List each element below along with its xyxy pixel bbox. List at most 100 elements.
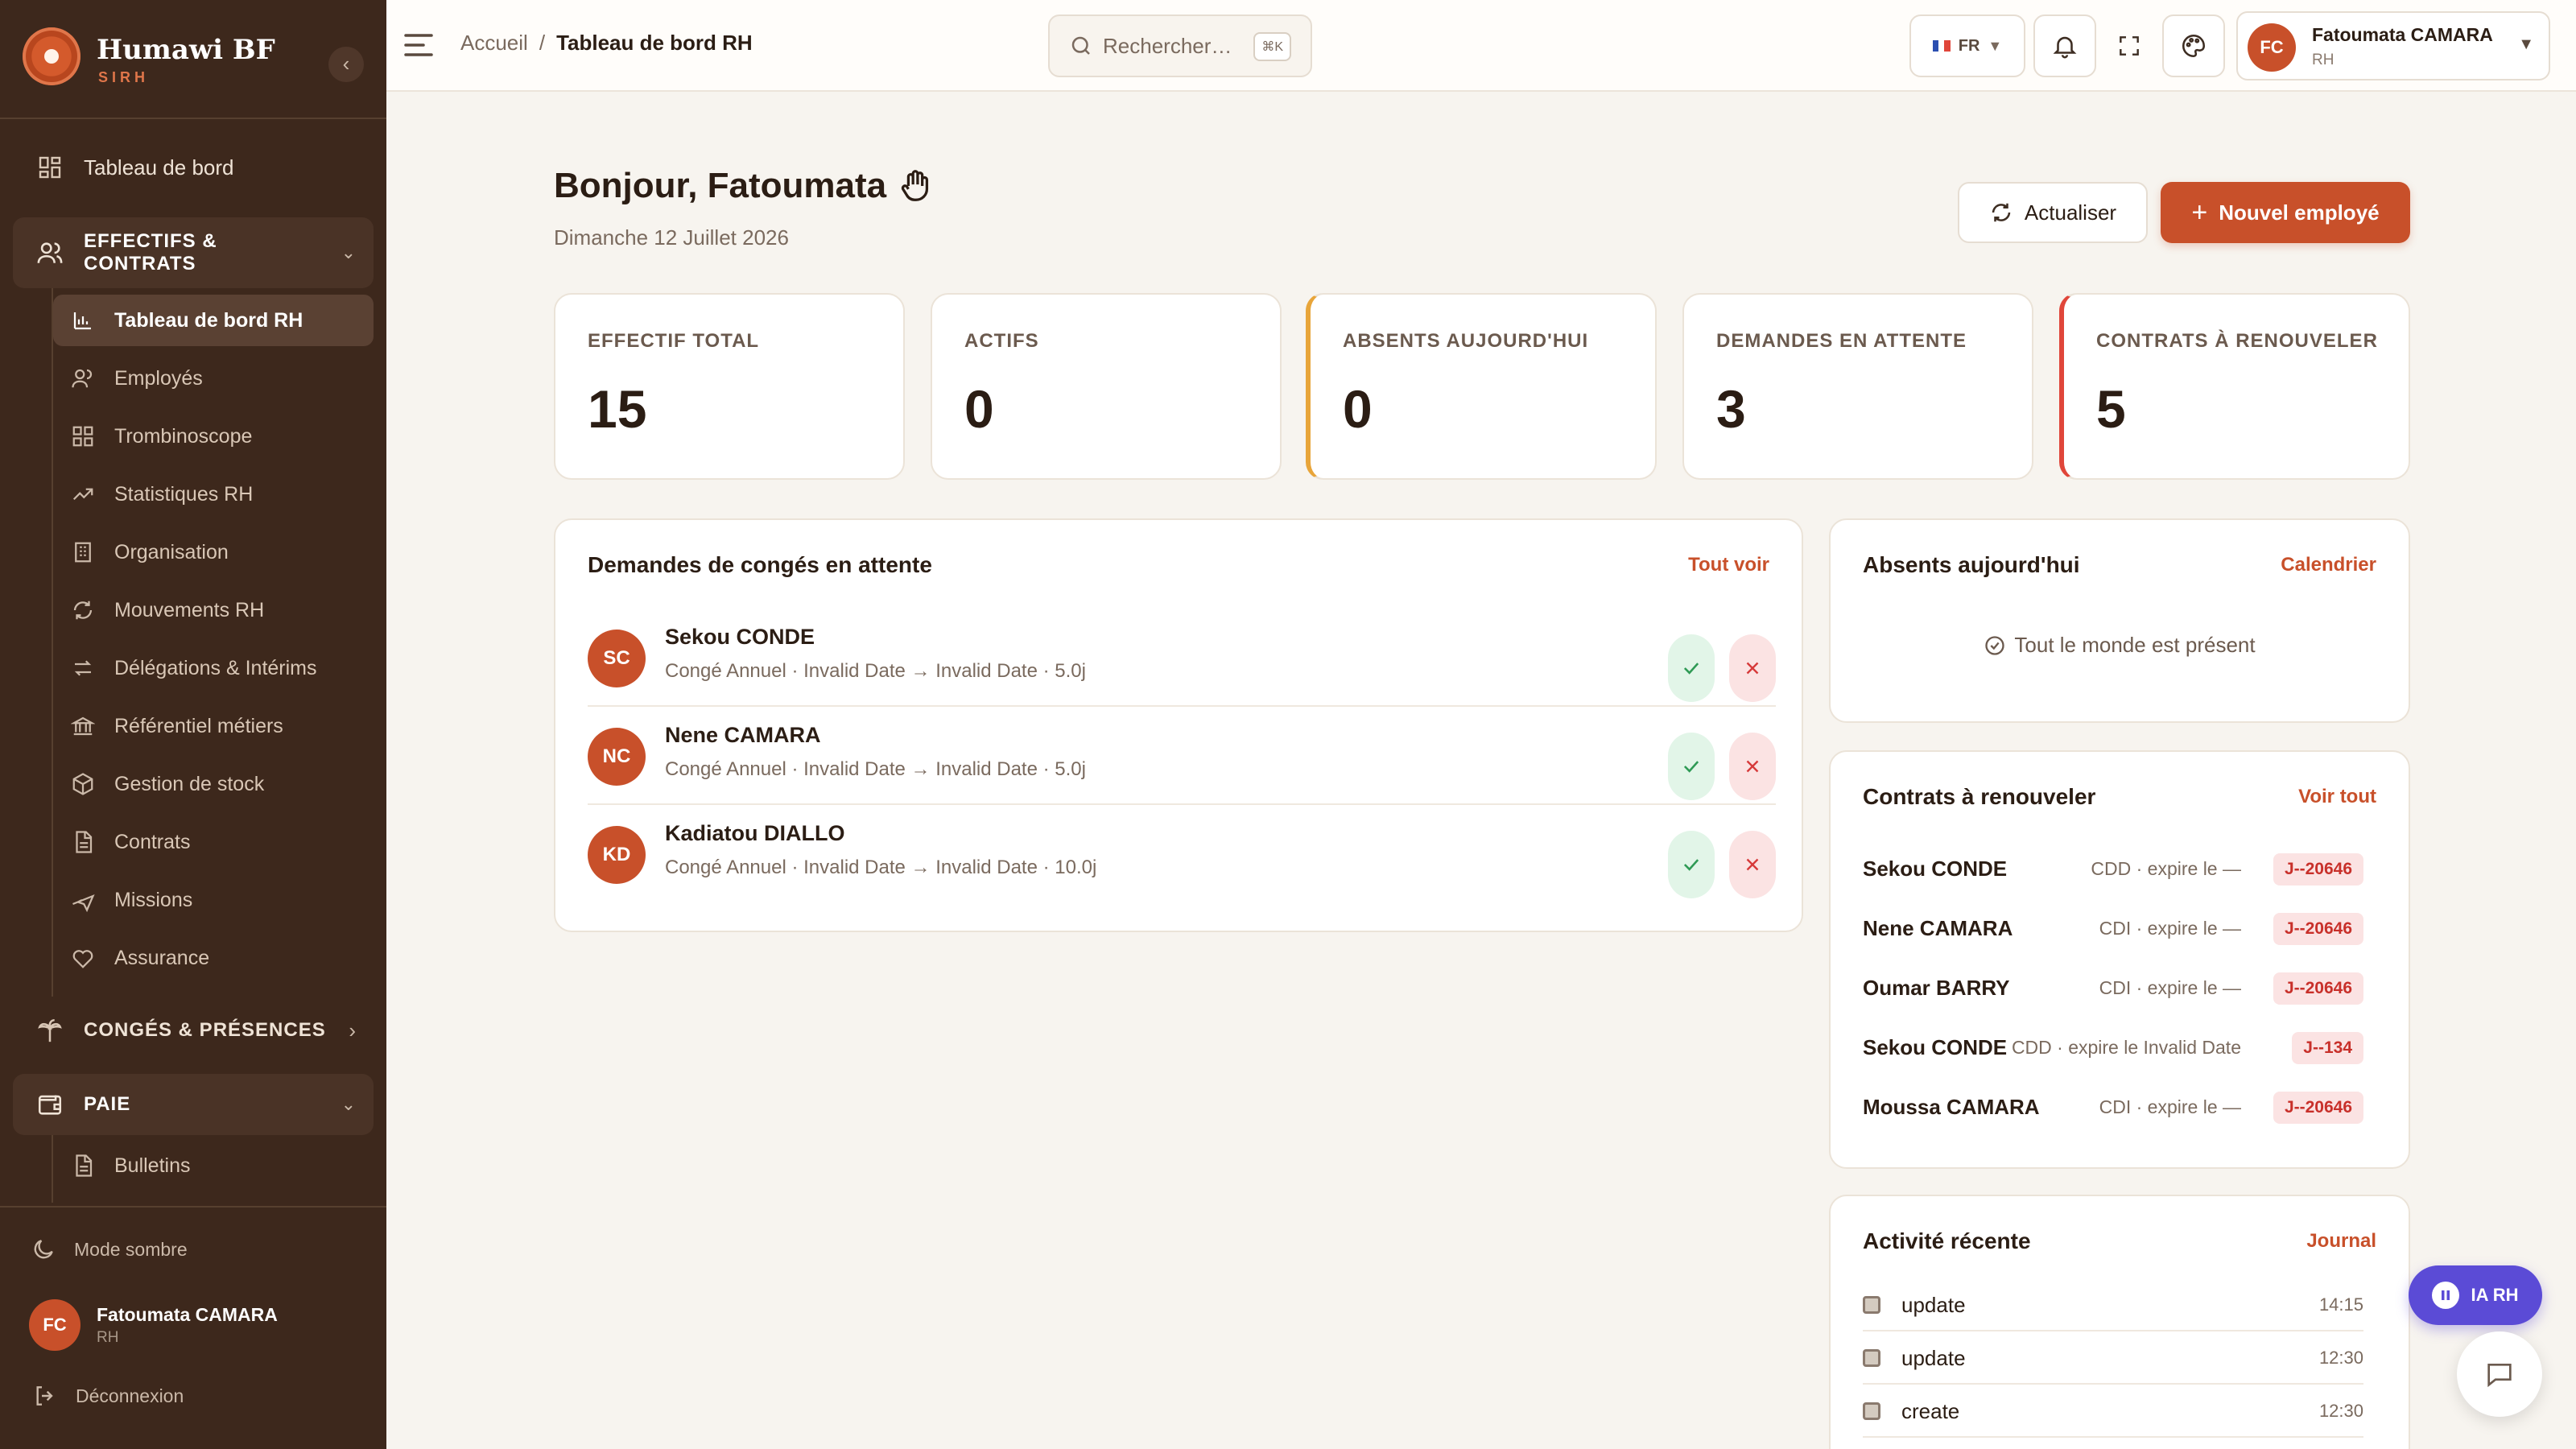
dark-mode-toggle[interactable]: Mode sombre	[31, 1236, 188, 1262]
wave-hand-icon	[901, 170, 929, 201]
user-role: RH	[97, 1328, 119, 1346]
contract-type: CDD · expire le —	[2091, 857, 2241, 879]
ia-assistant-button[interactable]: IA RH	[2409, 1265, 2542, 1325]
brand[interactable]: Humawi BF SIRH	[23, 27, 364, 87]
avatar: NC	[588, 728, 646, 786]
stat-value: 0	[1343, 379, 1373, 439]
sub-item-label: Tableau de bord RH	[114, 308, 303, 332]
sub-item-statistiques-rh[interactable]: Statistiques RH	[53, 469, 374, 520]
stat-label: EFFECTIF TOTAL	[588, 330, 760, 352]
leave-request-row: SC Sekou CONDE Congé Annuel · Invalid Date…	[588, 610, 1776, 707]
refresh-button[interactable]: Actualiser	[1958, 182, 2148, 243]
theme-button[interactable]	[2162, 14, 2225, 77]
employee-name[interactable]: Kadiatou DIALLO	[665, 821, 845, 846]
new-employee-button[interactable]: + Nouvel employé	[2161, 182, 2410, 243]
sub-item-gestion-de-stock[interactable]: Gestion de stock	[53, 758, 374, 810]
stat-card-actifs[interactable]: ACTIFS 0	[931, 293, 1282, 480]
nav-item-dashboard[interactable]: Tableau de bord	[13, 142, 374, 193]
leave-info: Congé Annuel · Invalid Date → Invalid Da…	[665, 758, 1086, 780]
sub-item-bulletins[interactable]: Bulletins	[53, 1140, 374, 1191]
notifications-button[interactable]	[2033, 14, 2096, 77]
sub-item-référentiel-métiers[interactable]: Référentiel métiers	[53, 700, 374, 752]
chevron-right-icon: ›	[349, 1018, 356, 1042]
brand-name: Humawi BF	[97, 34, 275, 66]
contract-row[interactable]: Sekou CONDE CDD · expire le Invalid Date J…	[1863, 1018, 2363, 1077]
absents-card: Absents aujourd'hui Calendrier Tout le m…	[1829, 518, 2410, 723]
contract-row[interactable]: Sekou CONDE CDD · expire le — J--20646	[1863, 839, 2363, 898]
user-menu[interactable]: FC Fatoumata CAMARA RH ▼	[2236, 11, 2550, 80]
refresh-icon	[69, 597, 97, 624]
chat-button[interactable]	[2457, 1331, 2542, 1417]
calendar-link[interactable]: Calendrier	[2281, 554, 2376, 576]
ia-assistant-label: IA RH	[2471, 1285, 2519, 1305]
contract-row[interactable]: Nene CAMARA CDI · expire le — J--20646	[1863, 898, 2363, 958]
leave-request-row: NC Nene CAMARA Congé Annuel · Invalid Date…	[588, 708, 1776, 805]
bar-chart-icon	[69, 307, 97, 334]
reject-button[interactable]	[1729, 831, 1776, 898]
language-select[interactable]: FR ▼	[1909, 14, 2025, 77]
language-value: FR	[1958, 36, 1980, 55]
see-all-link[interactable]: Tout voir	[1688, 554, 1769, 576]
sub-item-organisation[interactable]: Organisation	[53, 526, 374, 578]
approve-button[interactable]	[1668, 733, 1715, 800]
stat-card-contrats[interactable]: CONTRATS À RENOUVELER 5	[2059, 293, 2410, 480]
sub-item-délégations-intérims[interactable]: Délégations & Intérims	[53, 642, 374, 694]
palette-icon	[2182, 34, 2206, 58]
employee-name[interactable]: Sekou CONDE	[665, 625, 815, 650]
search-shortcut: ⌘K	[1253, 32, 1291, 61]
nav-group-conges[interactable]: CONGÉS & PRÉSENCES ›	[13, 1005, 374, 1056]
stat-value: 15	[588, 379, 647, 439]
activity-time: 12:30	[2318, 1348, 2363, 1368]
reject-button[interactable]	[1729, 634, 1776, 702]
journal-link[interactable]: Journal	[2306, 1230, 2376, 1253]
user-role: RH	[2312, 52, 2334, 68]
sub-item-employés[interactable]: Employés	[53, 353, 374, 404]
sub-item-label: Assurance	[114, 946, 210, 969]
chevron-down-icon: ⌄	[341, 1094, 356, 1114]
contract-type: CDD · expire le Invalid Date	[2011, 1036, 2241, 1058]
logout-button[interactable]: Déconnexion	[32, 1383, 184, 1409]
employee-name[interactable]: Nene CAMARA	[665, 723, 821, 748]
breadcrumb-current: Tableau de bord RH	[556, 31, 753, 55]
contract-row[interactable]: Moussa CAMARA CDI · expire le — J--20646	[1863, 1077, 2363, 1137]
sub-item-label: Contrats	[114, 830, 191, 853]
sub-item-assurance[interactable]: Assurance	[53, 932, 374, 984]
employee-name: Moussa CAMARA	[1863, 1094, 2040, 1119]
menu-toggle-button[interactable]	[402, 31, 435, 60]
breadcrumb-home[interactable]: Accueil	[460, 31, 528, 56]
avatar: FC	[2248, 23, 2296, 72]
nav-group-paie[interactable]: PAIE ⌄	[13, 1074, 374, 1135]
approve-button[interactable]	[1668, 831, 1715, 898]
brand-logo	[23, 27, 80, 85]
sidebar-user[interactable]: FC Fatoumata CAMARA RH	[29, 1299, 278, 1351]
leave-request-row: KD Kadiatou DIALLO Congé Annuel · Invalid …	[588, 807, 1776, 903]
stat-card-demandes[interactable]: DEMANDES EN ATTENTE 3	[1682, 293, 2033, 480]
reject-button[interactable]	[1729, 733, 1776, 800]
sub-item-tableau-de-bord-rh[interactable]: Tableau de bord RH	[53, 295, 374, 346]
see-all-link[interactable]: Voir tout	[2298, 786, 2376, 808]
contract-row[interactable]: Oumar BARRY CDI · expire le — J--20646	[1863, 958, 2363, 1018]
dark-mode-label: Mode sombre	[74, 1238, 188, 1260]
sub-item-mouvements-rh[interactable]: Mouvements RH	[53, 584, 374, 636]
sidebar: Humawi BF SIRH ‹ Tableau de bord EFFECTI…	[0, 0, 386, 1449]
activity-time: 14:15	[2318, 1294, 2363, 1315]
sub-item-contrats[interactable]: Contrats	[53, 816, 374, 868]
empty-state-text: Tout le monde est présent	[2014, 633, 2256, 657]
nav-group-effectifs[interactable]: EFFECTIFS & CONTRATS ⌄	[13, 217, 374, 288]
dashboard-icon	[34, 151, 66, 184]
search-input[interactable]: Rechercher… ⌘K	[1048, 14, 1312, 77]
sub-item-label: Mouvements RH	[114, 598, 265, 621]
sub-item-label: Missions	[114, 888, 193, 911]
approve-button[interactable]	[1668, 634, 1715, 702]
sub-item-missions[interactable]: Missions	[53, 874, 374, 926]
page-title: Bonjour, Fatoumata	[554, 166, 935, 206]
card-title: Contrats à renouveler	[1863, 784, 2096, 809]
stat-card-total[interactable]: EFFECTIF TOTAL 15	[554, 293, 905, 480]
sub-item-trombinoscope[interactable]: Trombinoscope	[53, 411, 374, 462]
fullscreen-button[interactable]	[2098, 14, 2161, 77]
stat-card-absents[interactable]: ABSENTS AUJOURD'HUI 0	[1306, 293, 1657, 480]
current-date: Dimanche 12 Juillet 2026	[554, 225, 789, 250]
sub-item-label: Organisation	[114, 540, 229, 564]
collapse-sidebar-button[interactable]: ‹	[328, 47, 364, 82]
nav-group-label: PAIE	[84, 1093, 131, 1115]
